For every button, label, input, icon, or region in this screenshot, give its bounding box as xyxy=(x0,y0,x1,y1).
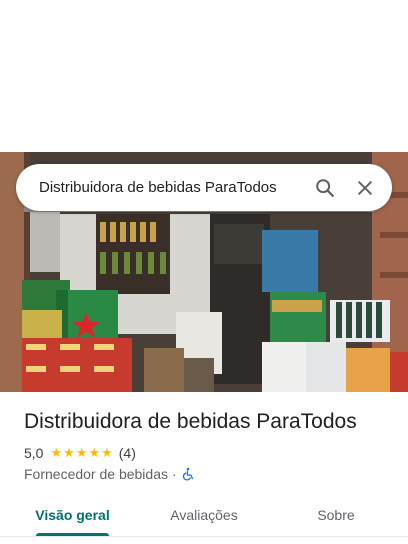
tab-label: Sobre xyxy=(317,507,355,523)
tab-reviews[interactable]: Avaliações xyxy=(154,496,254,534)
star-icon: ★ xyxy=(88,445,101,460)
category-row: Fornecedor de bebidas · xyxy=(24,465,195,483)
close-icon xyxy=(358,180,372,195)
star-icon: ★ xyxy=(75,445,88,460)
tab-label: Visão geral xyxy=(35,507,110,523)
place-title: Distribuidora de bebidas ParaTodos xyxy=(24,410,357,433)
search-icon xyxy=(316,178,334,197)
rating-row[interactable]: 5,0 ★ ★ ★ ★ ★ (4) xyxy=(24,444,136,462)
place-category: Fornecedor de bebidas xyxy=(24,466,168,482)
tab-about[interactable]: Sobre xyxy=(296,496,376,534)
clear-search-button[interactable] xyxy=(352,175,378,201)
rating-stars: ★ ★ ★ ★ ★ xyxy=(50,446,113,460)
search-input[interactable]: Distribuidora de bebidas ParaTodos xyxy=(39,178,298,198)
wheelchair-icon xyxy=(182,467,193,481)
tab-overview[interactable]: Visão geral xyxy=(24,496,121,534)
review-count[interactable]: (4) xyxy=(119,445,136,461)
star-icon: ★ xyxy=(63,445,75,460)
star-icon: ★ xyxy=(101,445,113,460)
search-button[interactable] xyxy=(312,175,338,201)
place-tabs: Visão geral Avaliações Sobre xyxy=(0,496,408,540)
star-icon: ★ xyxy=(50,445,63,460)
rating-value: 5,0 xyxy=(24,445,44,461)
tab-label: Avaliações xyxy=(170,507,238,523)
tabs-divider xyxy=(0,536,408,537)
search-bar[interactable]: Distribuidora de bebidas ParaTodos xyxy=(16,164,392,211)
separator-dot: · xyxy=(172,466,177,482)
